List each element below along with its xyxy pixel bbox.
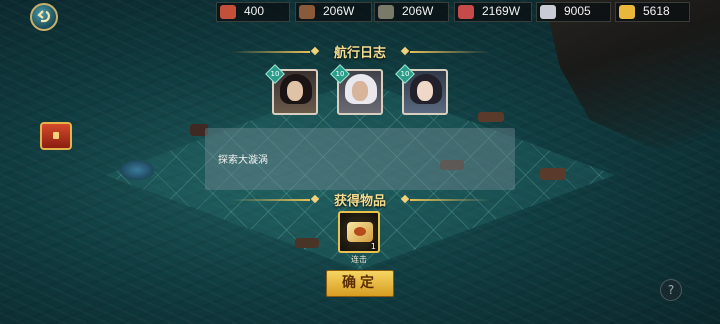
help-button[interactable]: ? — [660, 279, 682, 301]
treasure-chest-icon[interactable] — [40, 122, 72, 150]
hero-face — [287, 81, 303, 101]
back-arrow-icon — [37, 10, 50, 23]
resource-silver: 9005 — [536, 2, 611, 22]
rewards-header: 获得物品 — [230, 190, 490, 210]
voyage-log-panel: 探索大漩涡 — [205, 128, 515, 190]
divider — [410, 51, 490, 53]
skill-scroll-icon — [347, 222, 373, 242]
hero-level: 10 — [270, 70, 280, 78]
resource-cannon: 206W — [295, 2, 372, 22]
hero-level: 10 — [400, 70, 410, 78]
ship-marker — [295, 238, 319, 248]
hero-face — [417, 81, 433, 101]
flag-icon — [220, 5, 236, 19]
diamond-ornament-icon — [400, 194, 410, 204]
ship-marker — [478, 112, 504, 122]
resource-value: 2169W — [482, 4, 521, 18]
hero-level: 10 — [335, 70, 345, 78]
rewards-title: 获得物品 — [333, 194, 386, 209]
resource-flag: 400 — [216, 2, 290, 22]
voyage-log-title: 航行日志 — [333, 46, 386, 61]
confirm-button[interactable]: 确定 — [326, 270, 394, 297]
ship-marker — [540, 168, 566, 180]
resource-gold: 5618 — [615, 2, 690, 22]
voyage-log-header: 航行日志 — [230, 42, 490, 62]
gold-ingot-icon — [619, 5, 635, 19]
back-button[interactable] — [30, 3, 58, 31]
divider — [230, 51, 310, 53]
diamond-ornament-icon — [310, 46, 320, 56]
resource-value: 206W — [402, 4, 434, 18]
divider — [410, 199, 490, 201]
resource-value: 9005 — [564, 4, 591, 18]
meat-icon — [458, 5, 474, 19]
cannon-icon — [299, 5, 315, 19]
wood-icon — [378, 5, 394, 19]
resource-value: 400 — [244, 4, 265, 18]
reward-item-name: 连击 — [351, 255, 367, 264]
divider — [230, 199, 310, 201]
whirlpool-marker — [120, 160, 154, 180]
item-count: 1 — [370, 242, 376, 251]
resource-meat: 2169W — [454, 2, 532, 22]
resource-value: 206W — [323, 4, 355, 18]
reward-item-slot[interactable]: 1 — [338, 211, 380, 253]
diamond-ornament-icon — [400, 46, 410, 56]
resource-wood: 206W — [374, 2, 449, 22]
voyage-log-entry: 探索大漩涡 — [218, 155, 268, 166]
silver-ingot-icon — [540, 5, 556, 19]
diamond-ornament-icon — [310, 194, 320, 204]
hero-face — [352, 81, 368, 101]
resource-value: 5618 — [643, 4, 670, 18]
